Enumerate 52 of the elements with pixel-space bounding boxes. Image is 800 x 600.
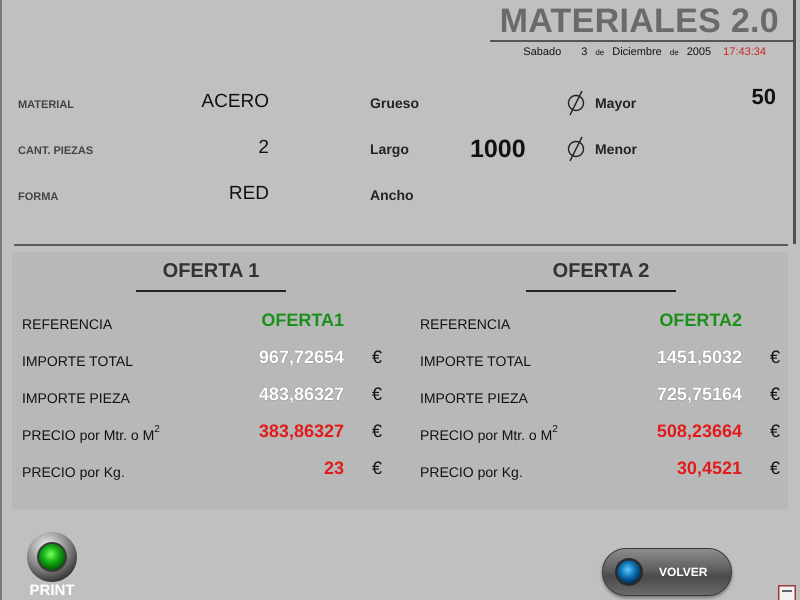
minimize-icon[interactable]	[778, 585, 796, 600]
diameter-icon	[567, 90, 585, 116]
currency-symbol: €	[770, 384, 782, 405]
currency-symbol: €	[372, 421, 384, 442]
currency-symbol: €	[770, 421, 782, 442]
led-icon	[27, 532, 77, 582]
row-label: IMPORTE TOTAL	[22, 352, 134, 368]
date-text: Sabado 3 de Diciembre de 2005	[523, 46, 712, 59]
field-label: Menor	[595, 141, 637, 157]
row-label: IMPORTE PIEZA	[22, 388, 131, 406]
row-value: OFERTA1	[261, 310, 344, 331]
row-value: 30,4521	[676, 458, 742, 479]
row-label: PRECIO por Mtr. o M$^{2}$	[420, 422, 559, 442]
row-value: 508,23664	[656, 421, 742, 442]
field-label: Mayor	[595, 95, 636, 111]
row-value: 483,86327	[258, 384, 344, 405]
app-title: MATERIALES 2.0	[500, 4, 780, 39]
row-value: OFERTA2	[659, 310, 742, 331]
section-heading: OFERTA 1	[136, 260, 286, 292]
field-label: Grueso	[370, 95, 420, 111]
row-value: 23	[324, 458, 344, 479]
field-label: MATERIAL	[18, 98, 76, 111]
currency-symbol: €	[372, 347, 384, 368]
field-label: Largo	[370, 141, 409, 157]
field-value: ACERO	[201, 91, 269, 114]
row-value: 725,75164	[656, 384, 742, 405]
row-label: REFERENCIA	[22, 314, 114, 332]
field-label: CANT. PIEZAS	[18, 144, 94, 157]
row-label: IMPORTE PIEZA	[420, 388, 529, 406]
row-value: 383,86327	[258, 421, 344, 442]
currency-symbol: €	[372, 384, 384, 405]
field-label: FORMA	[18, 190, 60, 203]
led-icon	[615, 558, 643, 586]
row-label: PRECIO por Kg.	[420, 462, 524, 480]
section-heading: OFERTA 2	[526, 260, 676, 292]
currency-symbol: €	[372, 458, 384, 479]
currency-symbol: €	[770, 458, 782, 479]
row-label: PRECIO por Mtr. o M$^{2}$	[22, 422, 161, 442]
field-value: 50	[752, 84, 776, 111]
field-value: 1000	[470, 134, 526, 164]
back-button[interactable]: VOLVER	[602, 548, 732, 596]
row-label: IMPORTE TOTAL	[420, 352, 532, 368]
diameter-icon	[567, 136, 585, 162]
row-value: 967,72654	[258, 347, 344, 368]
row-label: REFERENCIA	[420, 314, 512, 332]
row-value: 1451,5032	[656, 347, 742, 368]
row-label: PRECIO por Kg.	[22, 462, 126, 480]
field-value: RED	[228, 183, 269, 206]
currency-symbol: €	[770, 347, 782, 368]
time-text: 17:43:34	[723, 46, 766, 59]
field-value: 2	[258, 137, 269, 160]
field-label: Ancho	[370, 187, 414, 203]
